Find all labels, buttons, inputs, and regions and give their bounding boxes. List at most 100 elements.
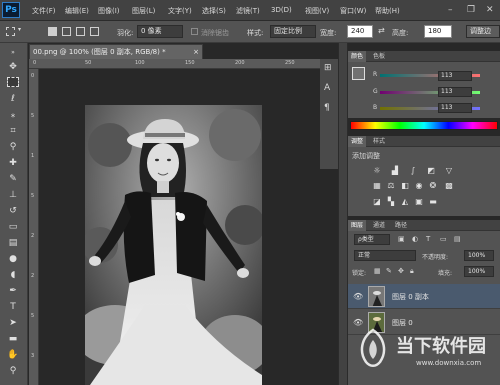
menu-type[interactable]: 文字(Y): [168, 6, 192, 16]
filter-shape-icon[interactable]: ▭: [440, 235, 447, 243]
menu-image[interactable]: 图像(I): [98, 6, 120, 16]
brush-tool-icon[interactable]: ✎: [6, 173, 20, 185]
color-spectrum-bar[interactable]: [350, 121, 498, 130]
close-window-button[interactable]: ✕: [486, 5, 494, 15]
type-tool-icon[interactable]: T: [6, 301, 20, 313]
document-photo[interactable]: [85, 105, 262, 385]
channel-label-g: G: [373, 88, 378, 95]
tab-styles[interactable]: 样式: [370, 136, 388, 147]
menu-layer[interactable]: 图层(L): [132, 6, 155, 16]
black-white-icon[interactable]: ◧: [400, 182, 410, 190]
gradient-tool-icon[interactable]: ▤: [6, 237, 20, 249]
pen-tool-icon[interactable]: ✒: [6, 285, 20, 297]
tab-color[interactable]: 颜色: [348, 51, 367, 62]
green-value-input[interactable]: 113: [438, 87, 472, 97]
menu-edit[interactable]: 编辑(E): [65, 6, 89, 16]
layers-panel-header: 图层 通道 路径: [348, 220, 500, 231]
crop-tool-icon[interactable]: ⌗: [6, 125, 20, 137]
menu-help[interactable]: 帮助(H): [375, 6, 400, 16]
magic-wand-tool-icon[interactable]: ⁎: [6, 109, 20, 121]
document-tab[interactable]: 00.png @ 100% (图层 0 副本, RGB/8) * ×: [29, 44, 203, 59]
character-panel-icon[interactable]: A: [324, 83, 330, 93]
eyedropper-tool-icon[interactable]: ⚲: [6, 141, 20, 153]
layer-name[interactable]: 图层 0 副本: [392, 292, 429, 302]
tab-channels[interactable]: 通道: [370, 220, 388, 231]
marquee-tool-icon[interactable]: [7, 77, 19, 87]
close-tab-icon[interactable]: ×: [193, 45, 199, 59]
menu-3d[interactable]: 3D(D): [271, 6, 292, 14]
feather-input[interactable]: 0 像素: [137, 25, 183, 38]
color-balance-icon[interactable]: ⚖: [386, 182, 396, 190]
tab-swatches[interactable]: 色板: [370, 51, 388, 62]
menu-select[interactable]: 选择(S): [202, 6, 226, 16]
filter-adjustment-icon[interactable]: ◐: [412, 235, 418, 243]
lock-position-icon[interactable]: ✥: [398, 267, 404, 275]
menu-window[interactable]: 窗口(W): [340, 6, 366, 16]
layer-kind-filter[interactable]: ρ类型: [354, 234, 390, 245]
lock-pixels-icon[interactable]: ▦: [374, 267, 381, 275]
posterize-icon[interactable]: ▚: [386, 198, 396, 206]
filter-smart-icon[interactable]: ▤: [454, 235, 461, 243]
curves-icon[interactable]: ∫: [408, 167, 418, 175]
height-input[interactable]: 180: [424, 25, 452, 38]
red-value-input[interactable]: 113: [438, 71, 472, 81]
lasso-tool-icon[interactable]: ℓ: [6, 93, 20, 105]
foreground-color-swatch[interactable]: [352, 67, 365, 80]
style-select[interactable]: 固定比例: [270, 25, 316, 38]
filter-type-icon[interactable]: T: [426, 235, 430, 243]
color-lookup-icon[interactable]: ▩: [444, 182, 454, 190]
chevron-down-icon[interactable]: ▾: [18, 26, 21, 33]
marquee-preset-icon[interactable]: [6, 27, 15, 36]
hue-saturation-icon[interactable]: ▦: [372, 182, 382, 190]
blur-tool-icon[interactable]: ●: [6, 253, 20, 265]
brightness-icon[interactable]: ☼: [372, 167, 382, 175]
width-input[interactable]: 240: [347, 25, 373, 38]
tab-paths[interactable]: 路径: [392, 220, 410, 231]
collapse-icon[interactable]: »: [6, 47, 20, 59]
clone-stamp-tool-icon[interactable]: ⊥: [6, 189, 20, 201]
tab-adjustments[interactable]: 调整: [348, 136, 367, 147]
selective-color-icon[interactable]: ▣: [414, 198, 424, 206]
invert-icon[interactable]: ◪: [372, 198, 382, 206]
new-selection-icon[interactable]: [48, 27, 57, 36]
history-panel-icon[interactable]: ⊞: [324, 63, 332, 73]
healing-brush-tool-icon[interactable]: ✚: [6, 157, 20, 169]
blend-mode-select[interactable]: 正常: [354, 250, 416, 261]
eye-icon[interactable]: 👁︎: [353, 292, 363, 301]
refine-edge-button[interactable]: 调整边: [466, 25, 500, 38]
levels-icon[interactable]: ▟: [390, 167, 400, 175]
move-tool-icon[interactable]: ✥: [6, 61, 20, 73]
filter-pixel-icon[interactable]: ▣: [398, 235, 405, 243]
paragraph-panel-icon[interactable]: ¶: [324, 103, 330, 113]
threshold-icon[interactable]: ◭: [400, 198, 410, 206]
history-brush-tool-icon[interactable]: ↺: [6, 205, 20, 217]
restore-button[interactable]: ❐: [467, 5, 475, 15]
channel-mixer-icon[interactable]: ❂: [428, 182, 438, 190]
vibrance-icon[interactable]: ▽: [444, 167, 454, 175]
zoom-tool-icon[interactable]: ⚲: [6, 365, 20, 377]
gradient-map-icon[interactable]: ▬: [428, 198, 438, 206]
antialias-checkbox[interactable]: [191, 28, 198, 35]
opacity-input[interactable]: 100%: [464, 250, 494, 261]
swap-icon[interactable]: ⇄: [378, 26, 385, 35]
lock-all-icon[interactable]: 🔒︎: [410, 267, 414, 276]
intersect-selection-icon[interactable]: [90, 27, 99, 36]
minimize-button[interactable]: –: [448, 5, 453, 15]
eraser-tool-icon[interactable]: ▭: [6, 221, 20, 233]
dodge-tool-icon[interactable]: ◖: [6, 269, 20, 281]
add-selection-icon[interactable]: [62, 27, 71, 36]
subtract-selection-icon[interactable]: [76, 27, 85, 36]
menu-filter[interactable]: 滤镜(T): [236, 6, 260, 16]
rectangle-tool-icon[interactable]: ▬: [6, 333, 20, 345]
menu-view[interactable]: 视图(V): [305, 6, 329, 16]
path-selection-tool-icon[interactable]: ➤: [6, 317, 20, 329]
tab-layers[interactable]: 图层: [348, 220, 367, 231]
photo-filter-icon[interactable]: ◉: [414, 182, 424, 190]
menu-file[interactable]: 文件(F): [32, 6, 56, 16]
lock-image-icon[interactable]: ✎: [386, 267, 392, 275]
blue-value-input[interactable]: 113: [438, 103, 472, 113]
hand-tool-icon[interactable]: ✋: [6, 349, 20, 361]
layer-row[interactable]: 👁︎ 图层 0 副本: [348, 284, 500, 309]
fill-input[interactable]: 100%: [464, 266, 494, 277]
exposure-icon[interactable]: ◩: [426, 167, 436, 175]
